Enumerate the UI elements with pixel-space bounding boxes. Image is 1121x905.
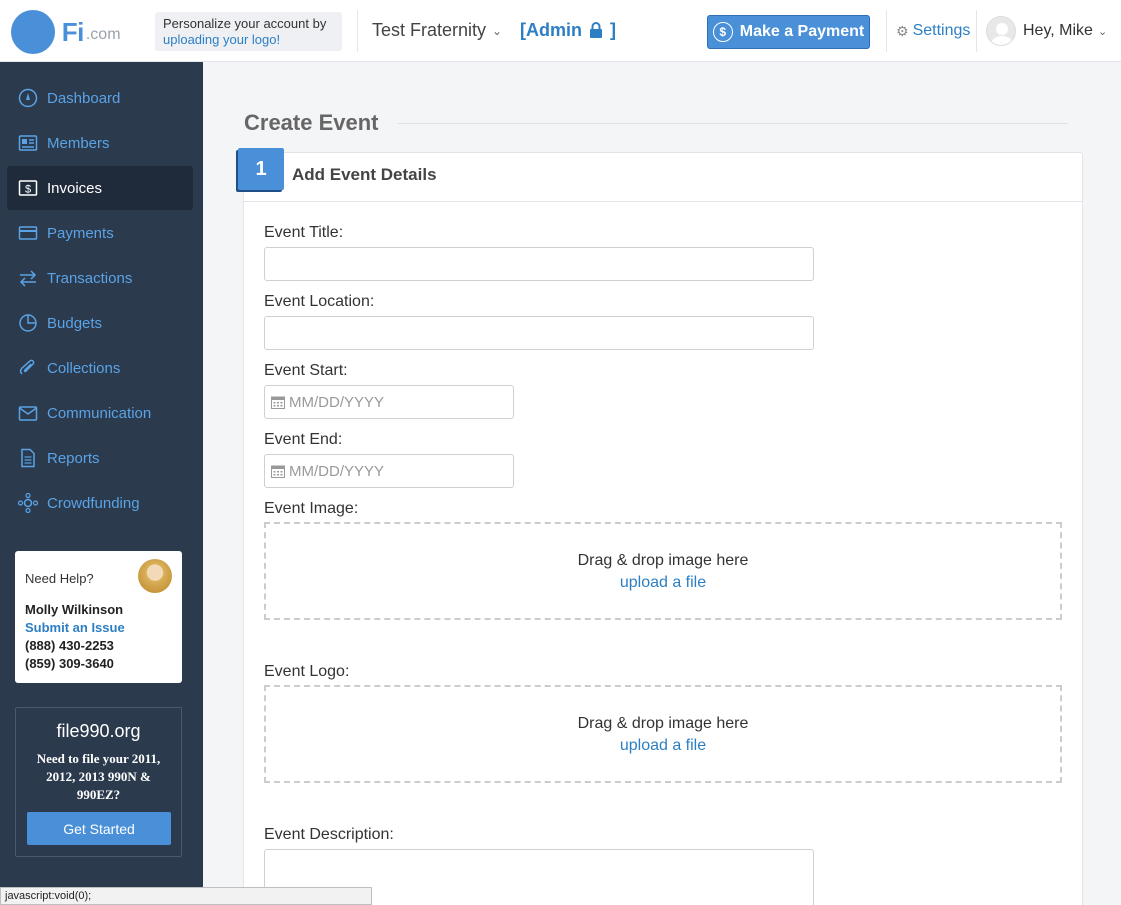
reports-icon — [17, 448, 39, 468]
sidebar-item-transactions[interactable]: Transactions — [7, 256, 193, 300]
support-phone-2: (859) 309-3640 — [25, 656, 114, 671]
sidebar-item-collections[interactable]: Collections — [7, 346, 193, 390]
event-location-label: Event Location: — [264, 293, 375, 310]
sidebar-item-label: Crowdfunding — [47, 494, 140, 512]
header-divider — [357, 10, 358, 52]
support-name: Molly Wilkinson — [25, 602, 124, 617]
admin-lock-icon — [589, 22, 603, 43]
top-header: LegFi .com Personalize your account by u… — [0, 0, 1121, 62]
need-help-label: Need Help? — [25, 571, 94, 586]
avatar — [986, 16, 1016, 46]
dropzone-text: Drag & drop image here — [577, 552, 749, 569]
collections-icon — [17, 358, 39, 378]
communication-icon — [17, 403, 39, 423]
user-menu[interactable]: Hey, Mike ⌄ — [986, 16, 1107, 46]
greeting: Hey, Mike — [1023, 22, 1093, 39]
submit-issue-link[interactable]: Submit an Issue — [25, 620, 125, 635]
admin-label: [Admin — [520, 20, 582, 40]
logo-part2: Fi — [61, 16, 85, 47]
logo-mark — [11, 10, 55, 54]
event-location-input[interactable] — [264, 316, 814, 350]
sidebar-item-budgets[interactable]: Budgets — [7, 301, 193, 345]
event-end-placeholder: MM/DD/YYYY — [289, 462, 385, 480]
admin-badge: [Admin ] — [520, 20, 616, 43]
payments-icon — [17, 223, 39, 243]
get-started-button[interactable]: Get Started — [27, 812, 171, 845]
make-payment-button[interactable]: $ Make a Payment — [707, 15, 870, 49]
settings-link[interactable]: ⚙ Settings — [896, 22, 970, 40]
sidebar-item-label: Transactions — [47, 269, 133, 287]
personalize-banner: Personalize your account by uploading yo… — [155, 12, 342, 51]
sidebar-item-label: Payments — [47, 224, 114, 242]
header-divider — [886, 10, 887, 52]
event-title-label: Event Title: — [264, 224, 344, 241]
dollar-icon: $ — [712, 22, 733, 42]
sidebar-item-label: Communication — [47, 404, 152, 422]
upload-logo-link[interactable]: uploading your logo! — [163, 32, 334, 48]
sidebar-item-reports[interactable]: Reports — [7, 436, 193, 480]
file990-promo: file990.org Need to file your 2011, 2012… — [15, 707, 182, 857]
step-number-badge: 1 — [238, 148, 284, 190]
settings-label: Settings — [912, 22, 971, 39]
org-name: Test Fraternity — [372, 20, 487, 40]
page-title: Create Event — [244, 110, 379, 135]
event-description-label: Event Description: — [264, 826, 394, 843]
browser-status-bar: javascript:void(0); — [0, 887, 372, 905]
event-start-placeholder: MM/DD/YYYY — [289, 393, 385, 411]
header-divider — [976, 10, 977, 52]
svg-text:$: $ — [25, 184, 31, 196]
make-payment-label: Make a Payment — [739, 23, 865, 40]
dropzone-text: Drag & drop image here — [577, 715, 749, 732]
members-icon — [17, 133, 39, 153]
sidebar-item-label: Members — [47, 134, 110, 152]
support-avatar — [138, 559, 172, 593]
support-phone-1: (888) 430-2253 — [25, 638, 114, 653]
event-start-input[interactable]: MM/DD/YYYY — [264, 385, 514, 419]
sidebar-item-invoices[interactable]: $ Invoices — [7, 166, 193, 210]
sidebar-item-crowdfunding[interactable]: Crowdfunding — [7, 481, 193, 525]
event-title-input[interactable] — [264, 247, 814, 281]
gear-icon: ⚙ — [896, 22, 909, 39]
crowdfunding-icon — [17, 493, 39, 513]
help-card: Need Help? Molly Wilkinson Submit an Iss… — [15, 551, 182, 683]
event-start-label: Event Start: — [264, 362, 348, 379]
sidebar-item-label: Collections — [47, 359, 121, 377]
admin-close: ] — [610, 20, 617, 40]
invoices-icon: $ — [17, 178, 39, 198]
logo-domain: .com — [85, 26, 121, 43]
promo-description: Need to file your 2011, 2012, 2013 990N … — [36, 751, 161, 802]
step-title: Add Event Details — [292, 165, 437, 184]
calendar-icon — [271, 464, 285, 478]
legfi-logo[interactable]: LegFi .com — [11, 10, 121, 54]
upload-file-link[interactable]: upload a file — [266, 574, 1060, 592]
budgets-icon — [17, 313, 39, 333]
sidebar-item-members[interactable]: Members — [7, 121, 193, 165]
sidebar-item-communication[interactable]: Communication — [7, 391, 193, 435]
chevron-down-icon: ⌄ — [1097, 25, 1108, 38]
sidebar-item-label: Budgets — [47, 314, 103, 332]
event-end-input[interactable]: MM/DD/YYYY — [264, 454, 514, 488]
chevron-down-icon: ⌄ — [492, 23, 503, 38]
event-image-dropzone[interactable]: Drag & drop image here upload a file — [264, 522, 1062, 620]
event-image-label: Event Image: — [264, 500, 359, 517]
promo-site: file990.org — [56, 721, 141, 741]
sidebar-item-payments[interactable]: Payments — [7, 211, 193, 255]
org-switcher[interactable]: Test Fraternity ⌄ — [372, 20, 502, 41]
calendar-icon — [271, 395, 285, 409]
personalize-text: Personalize your account by — [163, 16, 327, 31]
title-divider — [398, 123, 1068, 124]
event-logo-dropzone[interactable]: Drag & drop image here upload a file — [264, 685, 1062, 783]
sidebar-item-label: Invoices — [47, 179, 103, 197]
sidebar-item-dashboard[interactable]: Dashboard — [7, 76, 193, 120]
dashboard-icon — [17, 88, 39, 108]
upload-file-link[interactable]: upload a file — [266, 737, 1060, 755]
sidebar-item-label: Reports — [47, 449, 100, 467]
transactions-icon — [17, 268, 39, 288]
sidebar-item-label: Dashboard — [47, 89, 121, 107]
event-end-label: Event End: — [264, 431, 343, 448]
event-logo-label: Event Logo: — [264, 663, 350, 680]
sidebar: Dashboard Members $ Invoices Payments Tr… — [0, 62, 203, 905]
